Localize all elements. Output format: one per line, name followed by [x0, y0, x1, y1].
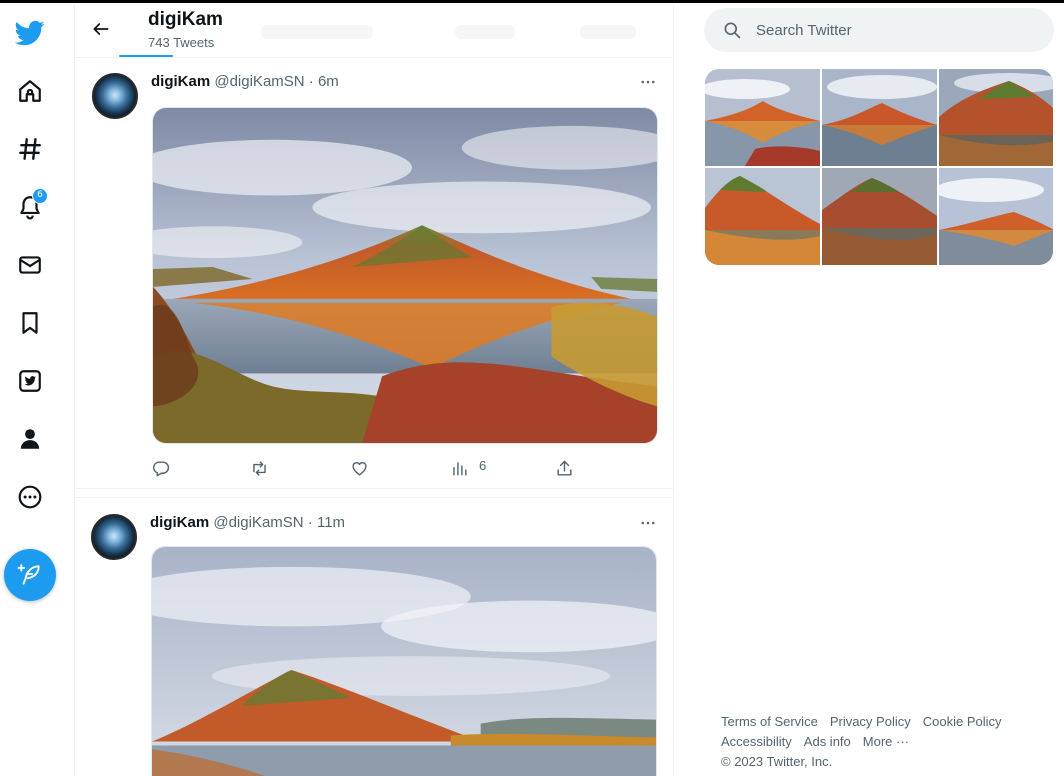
more-dots-icon	[641, 80, 655, 84]
footer-link-ads-info[interactable]: Ads info	[804, 732, 851, 752]
tweet-photo[interactable]	[152, 107, 658, 444]
tweet-time[interactable]: 6m	[318, 73, 339, 90]
landscape-photo-icon	[152, 547, 656, 776]
separator-dot: ·	[308, 73, 314, 90]
copyright: © 2023 Twitter, Inc.	[721, 754, 833, 769]
more-dots-icon	[641, 521, 655, 525]
heart-icon	[352, 461, 367, 476]
author-handle[interactable]: @digiKamSN	[214, 73, 304, 90]
media-thumbnail[interactable]	[822, 69, 937, 166]
arrow-left-icon	[93, 23, 109, 35]
media-thumbnail[interactable]	[939, 168, 1053, 265]
reply-button[interactable]	[151, 457, 170, 479]
notifications-count-badge: 6	[32, 188, 48, 204]
footer: Terms of Service Privacy Policy Cookie P…	[721, 712, 1041, 772]
twitter-logo-icon[interactable]	[8, 11, 52, 55]
search-input[interactable]	[756, 8, 1036, 52]
avatar[interactable]	[91, 514, 137, 560]
more-options-button[interactable]	[637, 71, 659, 93]
tweet-header: digiKam @digiKamSN · 6m	[151, 73, 339, 90]
photo-thumbnail-icon	[939, 168, 1053, 265]
more-circle-icon[interactable]	[8, 475, 52, 519]
profile-timeline: digiKam 743 Tweets digiKam @digiKamSN · …	[74, 3, 674, 776]
author-handle[interactable]: @digiKamSN	[213, 514, 303, 531]
tweet[interactable]: digiKam @digiKamSN · 11m	[75, 497, 673, 776]
landscape-photo-icon	[153, 108, 657, 443]
retweet-button[interactable]	[250, 457, 269, 479]
explore-hashtag-icon[interactable]	[8, 127, 52, 171]
author-name[interactable]: digiKam	[150, 514, 209, 531]
profile-header: digiKam 743 Tweets	[75, 3, 673, 58]
separator-dot: ·	[307, 514, 313, 531]
tweet-photo[interactable]	[151, 546, 657, 776]
footer-link-accessibility[interactable]: Accessibility	[721, 732, 792, 752]
views-count: 6	[479, 457, 487, 473]
tweet-header: digiKam @digiKamSN · 11m	[150, 514, 345, 531]
media-thumbnail[interactable]	[822, 168, 937, 265]
search-icon	[724, 22, 741, 39]
blurred-tab-placeholder	[580, 25, 636, 39]
media-thumbnail[interactable]	[705, 168, 820, 265]
photo-thumbnail-icon	[705, 168, 820, 265]
compose-tweet-button[interactable]	[4, 549, 56, 601]
profile-person-icon[interactable]	[8, 417, 52, 461]
left-navigation: 6	[0, 3, 62, 776]
tweet[interactable]: digiKam @digiKamSN · 6m 6	[75, 61, 673, 489]
author-name[interactable]: digiKam	[151, 73, 210, 90]
footer-link-more[interactable]: More ···	[863, 732, 909, 752]
profile-media-grid	[705, 69, 1053, 265]
share-upload-icon	[557, 460, 572, 476]
bar-chart-icon	[453, 461, 467, 476]
photo-thumbnail-icon	[705, 69, 820, 166]
reply-bubble-icon	[152, 460, 170, 477]
retweet-icon	[253, 460, 266, 476]
twitter-blue-icon[interactable]	[8, 359, 52, 403]
media-thumbnail[interactable]	[939, 69, 1053, 166]
home-icon[interactable]	[8, 69, 52, 113]
footer-link-cookies[interactable]: Cookie Policy	[923, 712, 1002, 732]
notifications-bell-icon[interactable]: 6	[8, 185, 52, 229]
search-box[interactable]	[704, 8, 1054, 52]
media-thumbnail[interactable]	[705, 69, 820, 166]
tweet-time[interactable]: 11m	[317, 514, 345, 531]
more-options-button[interactable]	[637, 512, 659, 534]
blurred-tab-placeholder	[261, 25, 373, 39]
photo-thumbnail-icon	[939, 69, 1053, 166]
share-button[interactable]	[555, 457, 574, 479]
like-button[interactable]	[350, 457, 369, 479]
bookmarks-icon[interactable]	[8, 301, 52, 345]
profile-name: digiKam	[148, 9, 223, 30]
back-button[interactable]	[87, 15, 115, 43]
views-button[interactable]: 6	[450, 457, 486, 479]
feather-plus-icon	[17, 564, 40, 585]
tweet-actions: 6	[151, 457, 581, 479]
active-tab-indicator	[119, 55, 173, 57]
footer-link-terms[interactable]: Terms of Service	[721, 712, 818, 732]
photo-thumbnail-icon	[822, 168, 937, 265]
footer-link-privacy[interactable]: Privacy Policy	[830, 712, 911, 732]
tweet-count: 743 Tweets	[148, 35, 215, 50]
blurred-tab-placeholder	[455, 25, 515, 39]
avatar[interactable]	[92, 73, 138, 119]
photo-thumbnail-icon	[822, 69, 937, 166]
messages-envelope-icon[interactable]	[8, 243, 52, 287]
